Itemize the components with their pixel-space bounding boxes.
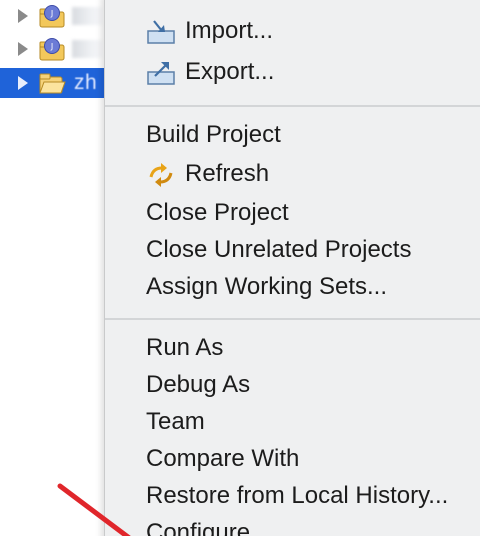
menu-item-label: Compare With (146, 445, 300, 472)
java-project-icon: J (39, 38, 65, 61)
menu-item-label: Close Unrelated Projects (146, 236, 412, 263)
expand-arrow-icon[interactable] (18, 42, 28, 56)
tree-row-project-1[interactable]: J (0, 3, 108, 29)
menu-item-build-project[interactable]: Build Project (105, 118, 480, 152)
tree-row-project-2[interactable]: J (0, 36, 108, 62)
menu-item-restore-from-local-history[interactable]: Restore from Local History... (105, 479, 480, 513)
tree-row-selected-project[interactable]: zh (0, 68, 108, 98)
context-menu: Import... Export... Build Project Refres… (104, 0, 480, 536)
menu-item-label: Export... (185, 58, 275, 85)
menu-item-debug-as[interactable]: Debug As (105, 368, 480, 402)
menu-item-run-as[interactable]: Run As (105, 331, 480, 365)
svg-text:J: J (50, 9, 53, 18)
menu-item-compare-with[interactable]: Compare With (105, 442, 480, 476)
menu-item-close-project[interactable]: Close Project (105, 196, 480, 230)
menu-item-export[interactable]: Export... (105, 55, 480, 89)
menu-item-label: Team (146, 408, 205, 435)
menu-item-configure[interactable]: Configure (105, 516, 480, 536)
menu-item-label: Import... (185, 17, 274, 44)
screenshot-stage: J J zh Import... Export... Build Project… (0, 0, 480, 536)
blurred-project-name (72, 40, 102, 58)
java-project-icon: J (39, 5, 65, 28)
svg-text:J: J (50, 42, 53, 51)
blurred-project-name (72, 7, 102, 25)
selected-project-label: zh (74, 71, 98, 94)
import-icon (147, 20, 175, 44)
menu-item-team[interactable]: Team (105, 405, 480, 439)
refresh-icon (149, 163, 173, 187)
menu-separator (105, 318, 480, 320)
menu-separator (105, 105, 480, 107)
project-explorer-tree: J J zh (0, 0, 108, 536)
red-arrow-annotation (57, 483, 131, 536)
export-icon (147, 62, 175, 85)
menu-item-label: Refresh (185, 160, 270, 187)
menu-item-close-unrelated-projects[interactable]: Close Unrelated Projects (105, 233, 480, 267)
menu-item-label: Run As (146, 334, 224, 361)
menu-item-label: Close Project (146, 199, 289, 226)
menu-item-label: Restore from Local History... (146, 482, 449, 509)
menu-item-import[interactable]: Import... (105, 14, 480, 48)
menu-item-label: Assign Working Sets... (146, 273, 387, 300)
menu-item-assign-working-sets[interactable]: Assign Working Sets... (105, 270, 480, 304)
menu-item-label: Configure (146, 519, 251, 536)
open-folder-project-icon (39, 73, 66, 94)
menu-item-label: Debug As (146, 371, 251, 398)
menu-item-label: Build Project (146, 121, 281, 148)
expand-arrow-icon[interactable] (18, 9, 28, 23)
menu-item-refresh[interactable]: Refresh (105, 157, 480, 191)
expand-arrow-icon[interactable] (18, 76, 28, 90)
